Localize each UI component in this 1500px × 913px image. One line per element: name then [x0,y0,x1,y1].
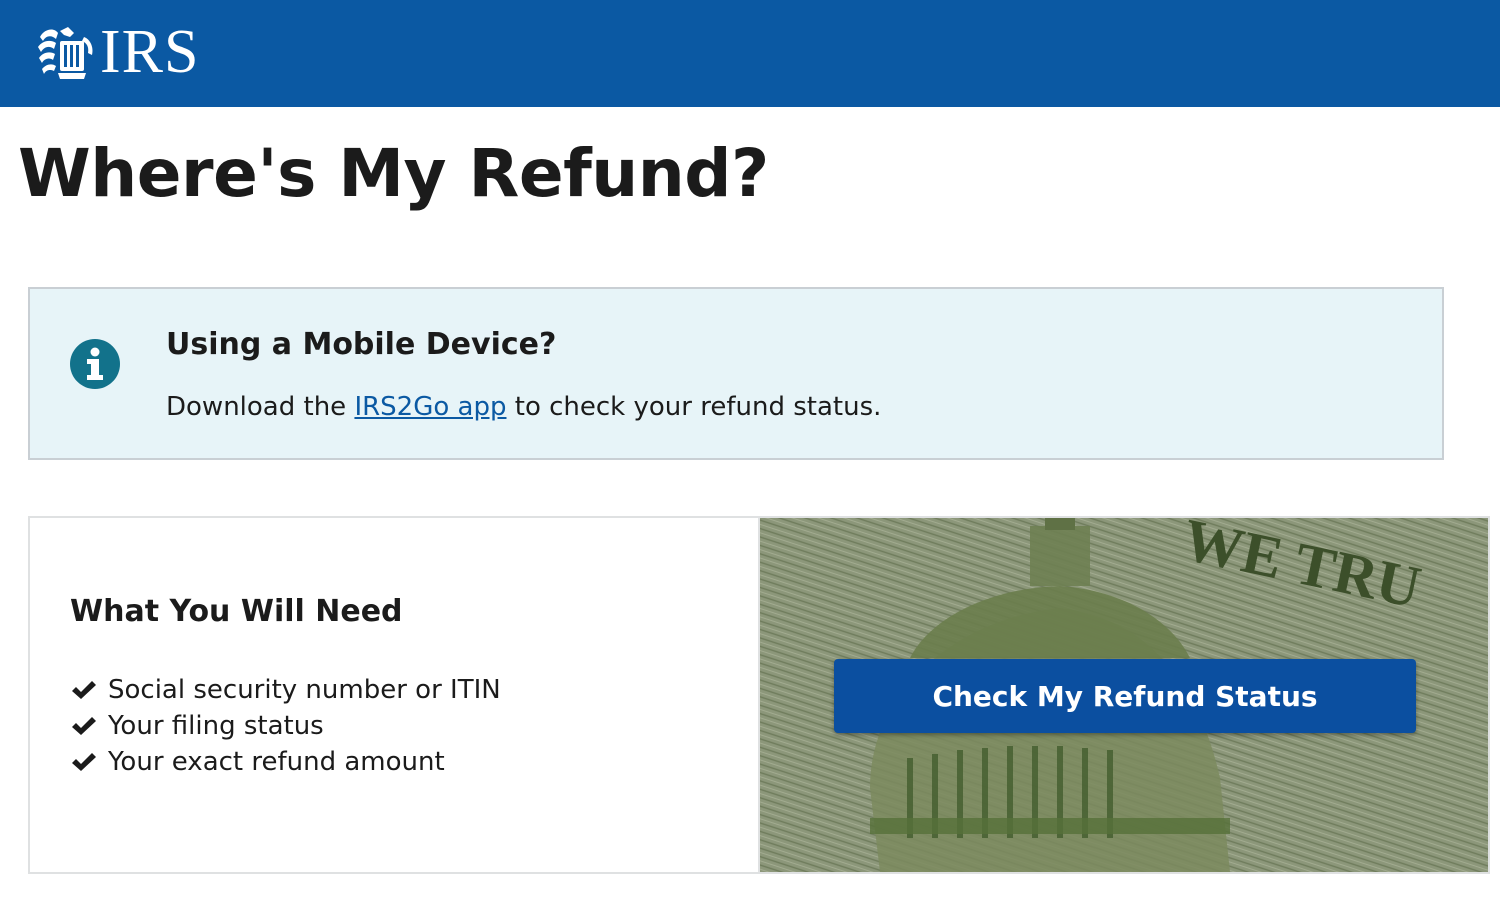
site-header: IRS [0,0,1500,107]
logo-text: IRS [100,18,200,86]
page-title: Where's My Refund? [18,135,769,212]
banner-panel: WE TRU Check My Refund Status [760,518,1488,872]
alert-text: Download the IRS2Go app to check your re… [166,389,881,425]
alert-heading: Using a Mobile Device? [166,327,557,362]
requirement-label: Social security number or ITIN [108,675,501,705]
list-item: Social security number or ITIN [70,672,501,708]
requirements-list: Social security number or ITIN Your fili… [70,672,501,780]
list-item: Your exact refund amount [70,744,501,780]
list-item: Your filing status [70,708,501,744]
irs2go-app-link[interactable]: IRS2Go app [354,392,506,422]
requirements-panel: What You Will Need Social security numbe… [30,518,760,872]
irs-logo-link[interactable]: IRS [34,18,200,86]
info-icon [70,339,120,389]
check-refund-status-button[interactable]: Check My Refund Status [834,659,1416,733]
checkmark-icon [72,717,96,735]
alert-text-before: Download the [166,392,355,422]
alert-text-after: to check your refund status. [506,392,882,422]
refund-card: What You Will Need Social security numbe… [28,516,1490,874]
checkmark-icon [72,753,96,771]
requirements-heading: What You Will Need [70,594,403,629]
requirement-label: Your exact refund amount [108,747,445,777]
mobile-device-alert: Using a Mobile Device? Download the IRS2… [28,287,1444,460]
checkmark-icon [72,681,96,699]
eagle-seal-icon [38,27,93,79]
requirement-label: Your filing status [108,711,324,741]
